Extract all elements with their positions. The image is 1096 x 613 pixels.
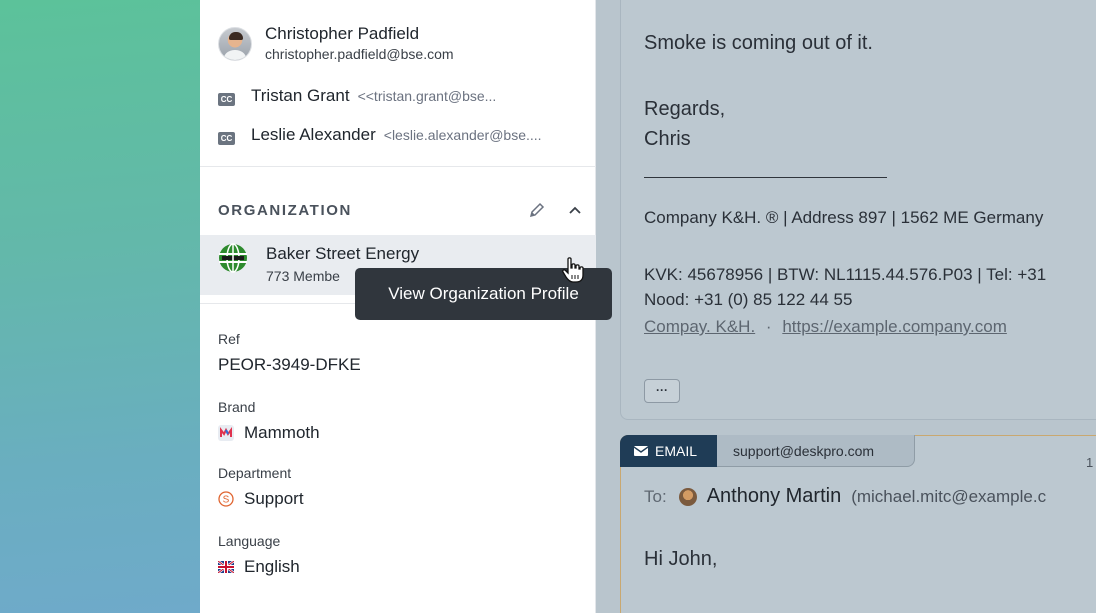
show-more-button[interactable]: ··· [644, 379, 680, 403]
signature-company-line: Company K&H. ® | Address 897 | 1562 ME G… [644, 208, 1044, 227]
department-label: Department [218, 465, 292, 481]
message-line: Smoke is coming out of it. [644, 32, 873, 54]
email-tab[interactable]: EMAIL [620, 435, 717, 467]
chevron-up-icon[interactable] [566, 201, 584, 219]
organization-section-title: ORGANIZATION [218, 202, 352, 219]
ref-value-text: PEOR-3949-DFKE [218, 355, 361, 374]
section-divider [200, 166, 596, 167]
organization-name: Baker Street Energy [266, 244, 420, 263]
website-link[interactable]: https://example.company.com [782, 317, 1007, 336]
to-label: To: [644, 486, 667, 506]
email-tab-label: EMAIL [655, 443, 698, 459]
language-value[interactable]: English [218, 557, 300, 577]
timestamp-fragment: 1 [1086, 455, 1094, 470]
brand-value[interactable]: Mammoth [218, 423, 320, 443]
ref-value: PEOR-3949-DFKE [218, 355, 361, 375]
department-value[interactable]: S Support [218, 489, 304, 509]
brand-value-text: Mammoth [244, 423, 320, 442]
support-s-icon: S [218, 491, 234, 507]
requester-contact[interactable]: Christopher Padfield christopher.padfiel… [218, 24, 454, 63]
cc-icon: CC [218, 132, 235, 145]
link-separator: · [765, 317, 772, 336]
mammoth-brand-icon [218, 425, 234, 441]
language-label: Language [218, 533, 281, 549]
message-regards: Regards, [644, 98, 726, 120]
cc-name: Leslie Alexander [251, 125, 376, 144]
message-signature-name: Chris [644, 128, 691, 150]
desktop-background [0, 0, 200, 613]
conversation-panel: Smoke is coming out of it. Regards, Chri… [596, 0, 1096, 613]
cc-row[interactable]: CC Leslie Alexander <leslie.alexander@bs… [218, 125, 542, 145]
from-address[interactable]: support@deskpro.com [717, 435, 915, 467]
signature-rule [644, 177, 887, 178]
avatar [218, 26, 252, 61]
reply-greeting: Hi John, [644, 548, 718, 570]
signature-nood-line: Nood: +31 (0) 85 122 44 55 [644, 290, 853, 309]
ticket-sidebar: Christopher Padfield christopher.padfiel… [200, 0, 612, 613]
svg-text:S: S [223, 495, 230, 506]
globe-logo-icon [219, 243, 247, 273]
department-value-text: Support [244, 489, 304, 508]
requester-email: christopher.padfield@bse.com [265, 46, 454, 62]
pencil-icon[interactable] [528, 201, 546, 219]
avatar [678, 487, 697, 506]
recipient-email: (michael.mitc@example.c [851, 486, 1047, 506]
brand-label: Brand [218, 399, 256, 415]
ref-label: Ref [218, 331, 240, 347]
envelope-icon [634, 446, 648, 456]
recipient-row[interactable]: To: Anthony Martin (michael.mitc@example… [644, 485, 1046, 508]
requester-name: Christopher Padfield [265, 24, 420, 43]
cc-icon: CC [218, 93, 235, 106]
signature-links: Compay. K&H. · https://example.company.c… [644, 317, 1007, 337]
signature-kvk-line: KVK: 45678956 | BTW: NL1115.44.576.P03 |… [644, 265, 1047, 284]
cc-row[interactable]: CC Tristan Grant <<tristan.grant@bse... [218, 86, 496, 106]
hand-pointer-icon [562, 257, 584, 283]
recipient-name: Anthony Martin [706, 485, 842, 507]
cc-name: Tristan Grant [251, 86, 350, 105]
language-value-text: English [244, 557, 300, 576]
company-link[interactable]: Compay. K&H. [644, 317, 755, 336]
uk-flag-icon [218, 561, 234, 573]
organization-members: 773 Membe [266, 268, 340, 284]
cc-email: <<tristan.grant@bse... [357, 88, 497, 104]
cc-email: <leslie.alexander@bse.... [383, 127, 542, 143]
